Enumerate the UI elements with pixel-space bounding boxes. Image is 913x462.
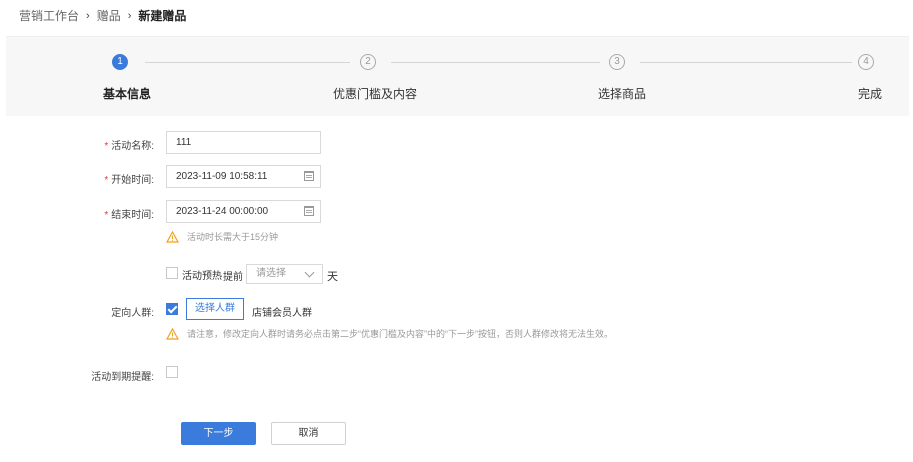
audience-hint: 请注意，修改定向人群时请务必点击第二步“优惠门槛及内容”中的“下一步”按钮，否则… — [166, 327, 613, 340]
select-audience-button[interactable]: 选择人群 — [186, 298, 244, 320]
activity-name-input[interactable]: 111 — [166, 131, 321, 154]
target-audience-checkbox[interactable] — [166, 303, 178, 315]
calendar-icon[interactable] — [304, 171, 314, 181]
start-time-label: * 开始时间: — [104, 175, 154, 186]
warning-icon — [166, 327, 179, 340]
step-4-label: 完成 — [858, 87, 883, 101]
duration-hint: 活动时长需大于15分钟 — [166, 230, 278, 243]
cancel-button[interactable]: 取消 — [271, 422, 346, 445]
expiry-reminder-label: 活动到期提醒: — [91, 372, 154, 383]
preheat-days-select[interactable]: 请选择 — [246, 264, 323, 284]
step-2-circle: 2 — [360, 54, 376, 70]
duration-hint-text: 活动时长需大于15分钟 — [187, 232, 279, 242]
step-4-circle: 4 — [858, 54, 874, 70]
step-1-circle: 1 — [112, 54, 128, 70]
required-marker: * — [104, 210, 109, 221]
preheat-checkbox[interactable] — [166, 267, 178, 279]
breadcrumb-marketing-workbench[interactable]: 营销工作台 — [19, 7, 79, 24]
breadcrumb-gifts[interactable]: 赠品 — [97, 7, 121, 24]
preheat-days-placeholder: 请选择 — [256, 268, 286, 279]
step-2-label: 优惠门槛及内容 — [333, 87, 418, 101]
next-step-button[interactable]: 下一步 — [181, 422, 256, 445]
breadcrumb: 营销工作台 › 赠品 › 新建赠品 — [19, 7, 186, 24]
chevron-down-icon — [304, 267, 315, 278]
step-3-label: 选择商品 — [598, 87, 647, 101]
step-connector — [391, 62, 600, 63]
selected-audience-text: 店铺会员人群 — [252, 308, 312, 319]
calendar-icon[interactable] — [304, 206, 314, 216]
start-time-input[interactable]: 2023-11-09 10:58:11 — [166, 165, 321, 188]
step-3-circle: 3 — [609, 54, 625, 70]
step-1-label: 基本信息 — [103, 87, 152, 101]
step-connector — [145, 62, 350, 63]
end-time-label: * 结束时间: — [104, 210, 154, 221]
expiry-reminder-checkbox[interactable] — [166, 366, 178, 378]
breadcrumb-new-gift: 新建赠品 — [138, 9, 187, 23]
days-unit-label: 天 — [327, 271, 338, 283]
preheat-label: 活动预热 — [182, 271, 222, 282]
required-marker: * — [104, 141, 109, 152]
breadcrumb-separator: › — [127, 9, 132, 22]
audience-hint-text: 请注意，修改定向人群时请务必点击第二步“优惠门槛及内容”中的“下一步”按钮，否则… — [187, 329, 613, 339]
end-time-value: 2023-11-24 00:00:00 — [176, 206, 269, 217]
breadcrumb-separator: › — [86, 9, 90, 22]
advance-label: 提前 — [223, 272, 243, 283]
required-marker: * — [104, 175, 109, 186]
activity-name-label: * 活动名称: — [104, 141, 154, 152]
warning-icon — [166, 230, 179, 243]
steps-panel: 1 2 3 4 基本信息 优惠门槛及内容 选择商品 完成 — [6, 36, 909, 116]
start-time-value: 2023-11-09 10:58:11 — [176, 171, 268, 182]
step-connector — [640, 62, 852, 63]
end-time-input[interactable]: 2023-11-24 00:00:00 — [166, 200, 321, 223]
target-audience-label: 定向人群: — [111, 308, 154, 319]
